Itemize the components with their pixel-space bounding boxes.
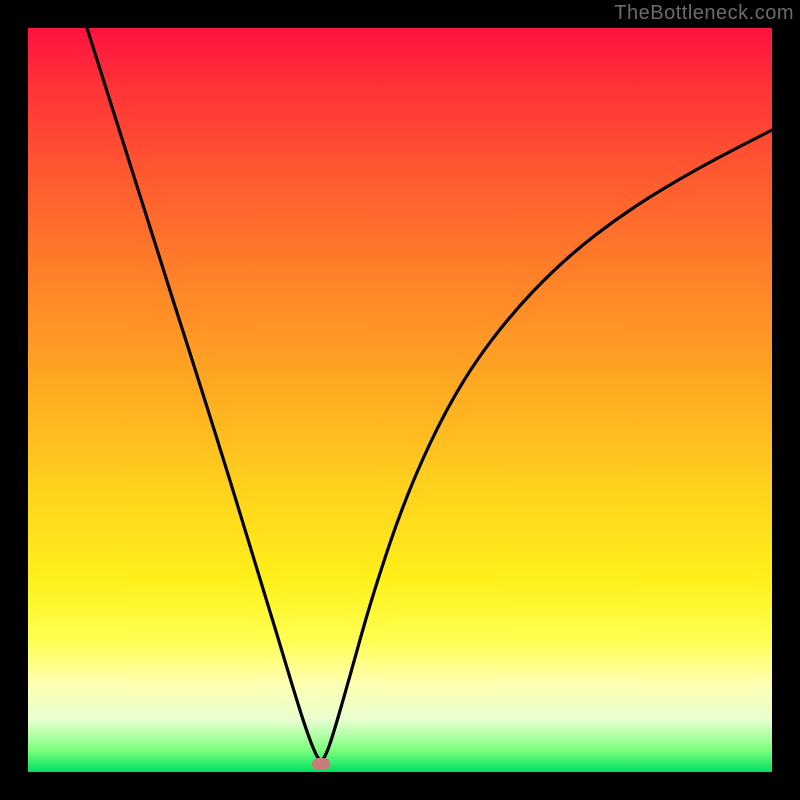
- minimum-marker: [312, 758, 330, 770]
- plot-area: [28, 28, 772, 772]
- attribution-text: TheBottleneck.com: [614, 2, 794, 25]
- bottleneck-curve: [28, 28, 772, 772]
